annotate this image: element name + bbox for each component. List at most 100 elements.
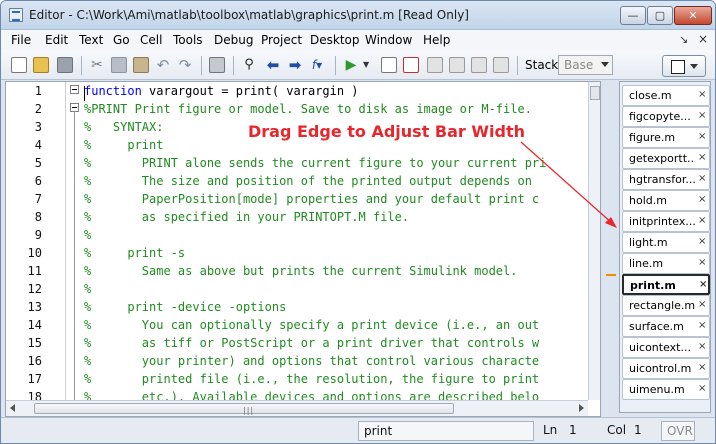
document-tab[interactable]: line.m × [622,253,710,274]
menu-cell[interactable]: Cell [140,33,162,47]
back-icon[interactable]: ⬅ [265,57,281,73]
function-icon[interactable]: f▾ [309,57,325,73]
fold-toggle-icon[interactable] [70,85,79,94]
close-button[interactable]: ✕ [674,6,712,25]
menu-text[interactable]: Text [79,33,103,47]
line-number: 11 [27,264,42,278]
layout-button[interactable] [662,55,706,77]
tab-close-icon[interactable]: × [698,299,706,310]
document-tab[interactable]: hgtransfor... × [622,169,710,190]
tab-close-icon[interactable]: × [698,320,706,331]
step-out-icon[interactable] [471,57,487,73]
title-bar[interactable]: Editor - C:\Work\Ami\matlab\toolbox\matl… [1,1,715,30]
tab-close-icon[interactable]: × [698,257,706,268]
document-tab[interactable]: figure.m × [622,127,710,148]
tab-label: uicontext... [629,341,691,354]
tab-close-icon[interactable]: × [698,362,706,373]
code-line: % [84,282,91,296]
step-in-icon[interactable] [449,57,465,73]
document-tab[interactable]: getexportt... × [622,148,710,169]
document-tab[interactable]: hold.m × [622,190,710,211]
document-tab[interactable]: print.m × [622,274,710,295]
code-line: % [84,228,91,242]
undock-icon[interactable]: ↘ [679,33,688,46]
forward-icon[interactable]: ➡ [287,57,303,73]
code-line: % print [84,138,163,152]
stack-select[interactable]: Base [558,55,613,75]
run-dropdown-icon[interactable]: ▼ [363,57,371,73]
menu-debug[interactable]: Debug [214,33,253,47]
line-number: 16 [27,354,42,368]
maximize-button[interactable]: ▢ [647,6,673,25]
stack-label: Stack: [525,58,563,72]
tab-close-icon[interactable]: × [698,173,706,184]
tab-close-icon[interactable]: × [698,152,706,163]
run-icon[interactable]: ▶ [343,57,359,73]
tab-close-icon[interactable]: × [698,194,706,205]
tab-close-icon[interactable]: × [698,131,706,142]
line-number: 15 [27,336,42,350]
menu-desktop[interactable]: Desktop [310,33,360,47]
tab-label: print.m [630,279,676,292]
save-icon[interactable] [57,57,73,73]
fold-guide [74,106,75,400]
menu-file[interactable]: File [11,33,31,47]
horizontal-scrollbar[interactable]: ||| [6,400,588,416]
document-tab[interactable]: surface.m × [622,316,710,337]
tab-close-icon[interactable]: × [698,110,706,121]
cut-icon[interactable]: ✂ [89,57,105,73]
breakpoint-icon[interactable] [381,57,397,73]
code-text: % printed file (i.e., the resolution, th… [84,372,540,386]
tab-close-icon[interactable]: × [699,279,707,290]
tab-close-icon[interactable]: × [698,383,706,394]
paste-icon[interactable] [133,57,149,73]
document-tab[interactable]: initprintex... × [622,211,710,232]
document-tab[interactable]: uicontext... × [622,337,710,358]
menu-project[interactable]: Project [261,33,302,47]
document-tab[interactable]: uimenu.m × [622,379,710,400]
minimize-button[interactable]: — [620,6,646,25]
menu-go[interactable]: Go [113,33,130,47]
continue-icon[interactable] [493,57,509,73]
tab-close-icon[interactable]: × [698,236,706,247]
document-tab-bar[interactable]: close.m × figcopyte... × figure.m × getexportt… [619,81,711,413]
tab-label: hgtransfor... [629,173,695,186]
scroll-thumb[interactable] [590,86,600,100]
close-document-icon[interactable]: × [698,32,708,46]
scroll-thumb[interactable]: ||| [34,403,454,415]
code-line: % printed file (i.e., the resolution, th… [84,372,539,386]
document-tab[interactable]: uicontrol.m × [622,358,710,379]
status-line-label: Ln [543,423,558,437]
print-icon[interactable] [209,57,225,73]
menu-help[interactable]: Help [423,33,450,47]
status-function: print [358,421,534,441]
document-tab[interactable]: close.m × [622,85,710,106]
warning-marker[interactable] [606,274,616,276]
document-tab[interactable]: rectangle.m × [622,295,710,316]
tab-close-icon[interactable]: × [698,89,706,100]
code-text: % print -device -options [84,300,287,314]
fold-toggle-icon[interactable] [70,103,79,112]
step-icon[interactable] [427,57,443,73]
line-number: 12 [27,282,42,296]
line-number: 4 [34,138,42,152]
new-file-icon[interactable] [11,57,27,73]
menu-tools[interactable]: Tools [173,33,203,47]
tab-close-icon[interactable]: × [698,341,706,352]
copy-icon[interactable] [111,57,127,73]
document-tab[interactable]: light.m × [622,232,710,253]
clear-breakpoint-icon[interactable] [403,57,419,73]
find-icon[interactable]: ⚲ [241,57,257,73]
toolbar-separator [517,56,518,75]
open-folder-icon[interactable] [33,57,49,73]
scroll-left-icon[interactable] [10,404,15,412]
document-tab[interactable]: figcopyte... × [622,106,710,127]
menu-window[interactable]: Window [365,33,412,47]
menu-edit[interactable]: Edit [45,33,68,47]
scroll-right-icon[interactable] [579,404,584,412]
undo-icon[interactable]: ↶ [155,57,171,73]
redo-icon[interactable]: ↷ [177,57,193,73]
tab-close-icon[interactable]: × [698,215,706,226]
vertical-scrollbar[interactable] [588,82,600,400]
tab-label: surface.m [629,320,684,333]
